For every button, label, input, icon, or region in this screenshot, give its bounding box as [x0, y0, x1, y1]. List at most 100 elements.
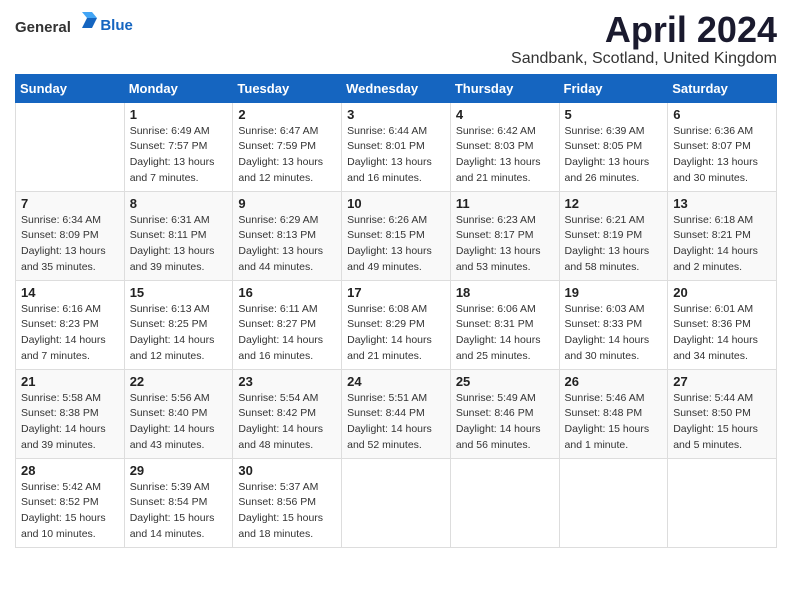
calendar-cell: 12 Sunrise: 6:21 AMSunset: 8:19 PMDayligh… — [559, 191, 668, 280]
day-number: 9 — [238, 196, 336, 211]
day-info: Sunrise: 6:11 AMSunset: 8:27 PMDaylight:… — [238, 302, 336, 365]
day-number: 27 — [673, 374, 771, 389]
day-info: Sunrise: 5:51 AMSunset: 8:44 PMDaylight:… — [347, 391, 445, 454]
day-info: Sunrise: 5:49 AMSunset: 8:46 PMDaylight:… — [456, 391, 554, 454]
day-number: 11 — [456, 196, 554, 211]
month-title: April 2024 — [511, 10, 777, 50]
calendar-cell: 25 Sunrise: 5:49 AMSunset: 8:46 PMDayligh… — [450, 369, 559, 458]
day-number: 6 — [673, 107, 771, 122]
day-number: 13 — [673, 196, 771, 211]
calendar-cell: 7 Sunrise: 6:34 AMSunset: 8:09 PMDaylight… — [16, 191, 125, 280]
day-number: 30 — [238, 463, 336, 478]
weekday-header-tuesday: Tuesday — [233, 74, 342, 102]
day-number: 17 — [347, 285, 445, 300]
weekday-header-thursday: Thursday — [450, 74, 559, 102]
day-info: Sunrise: 5:42 AMSunset: 8:52 PMDaylight:… — [21, 480, 119, 543]
logo-icon — [78, 10, 100, 32]
calendar-cell — [559, 458, 668, 547]
calendar-cell: 14Sunrise: 6:16 AMSunset: 8:23 PMDayligh… — [16, 280, 125, 369]
day-info: Sunrise: 6:01 AMSunset: 8:36 PMDaylight:… — [673, 302, 771, 365]
day-info: Sunrise: 6:47 AMSunset: 7:59 PMDaylight:… — [238, 124, 336, 187]
day-number: 10 — [347, 196, 445, 211]
day-info: Sunrise: 6:13 AMSunset: 8:25 PMDaylight:… — [130, 302, 228, 365]
day-number: 19 — [565, 285, 663, 300]
day-number: 1 — [130, 107, 228, 122]
calendar-cell: 27 Sunrise: 5:44 AMSunset: 8:50 PMDayligh… — [668, 369, 777, 458]
calendar-cell: 11Sunrise: 6:23 AMSunset: 8:17 PMDayligh… — [450, 191, 559, 280]
day-info: Sunrise: 5:54 AMSunset: 8:42 PMDaylight:… — [238, 391, 336, 454]
weekday-header-friday: Friday — [559, 74, 668, 102]
day-info: Sunrise: 5:39 AMSunset: 8:54 PMDaylight:… — [130, 480, 228, 543]
day-number: 15 — [130, 285, 228, 300]
calendar-cell: 30 Sunrise: 5:37 AMSunset: 8:56 PMDayligh… — [233, 458, 342, 547]
weekday-header-monday: Monday — [124, 74, 233, 102]
day-number: 22 — [130, 374, 228, 389]
header: General Blue April 2024 Sandbank, Scotla… — [15, 10, 777, 68]
day-number: 4 — [456, 107, 554, 122]
week-row-1: 7 Sunrise: 6:34 AMSunset: 8:09 PMDaylight… — [16, 191, 777, 280]
day-info: Sunrise: 6:03 AMSunset: 8:33 PMDaylight:… — [565, 302, 663, 365]
calendar-cell: 13 Sunrise: 6:18 AMSunset: 8:21 PMDayligh… — [668, 191, 777, 280]
calendar-cell: 6Sunrise: 6:36 AMSunset: 8:07 PMDaylight… — [668, 102, 777, 191]
calendar-cell — [16, 102, 125, 191]
location-title: Sandbank, Scotland, United Kingdom — [511, 50, 777, 68]
day-number: 24 — [347, 374, 445, 389]
calendar-cell: 22 Sunrise: 5:56 AMSunset: 8:40 PMDayligh… — [124, 369, 233, 458]
week-row-4: 28 Sunrise: 5:42 AMSunset: 8:52 PMDayligh… — [16, 458, 777, 547]
logo: General Blue — [15, 14, 133, 37]
day-info: Sunrise: 6:31 AMSunset: 8:11 PMDaylight:… — [130, 213, 228, 276]
logo-general-text: General — [15, 19, 71, 36]
weekday-header-wednesday: Wednesday — [342, 74, 451, 102]
calendar-cell: 1 Sunrise: 6:49 AMSunset: 7:57 PMDaylight… — [124, 102, 233, 191]
calendar-cell: 17Sunrise: 6:08 AMSunset: 8:29 PMDayligh… — [342, 280, 451, 369]
calendar-cell: 29Sunrise: 5:39 AMSunset: 8:54 PMDayligh… — [124, 458, 233, 547]
day-info: Sunrise: 6:34 AMSunset: 8:09 PMDaylight:… — [21, 213, 119, 276]
day-number: 12 — [565, 196, 663, 211]
day-info: Sunrise: 6:44 AMSunset: 8:01 PMDaylight:… — [347, 124, 445, 187]
calendar-cell: 18 Sunrise: 6:06 AMSunset: 8:31 PMDayligh… — [450, 280, 559, 369]
day-number: 21 — [21, 374, 119, 389]
calendar-cell: 2Sunrise: 6:47 AMSunset: 7:59 PMDaylight… — [233, 102, 342, 191]
day-info: Sunrise: 6:39 AMSunset: 8:05 PMDaylight:… — [565, 124, 663, 187]
day-info: Sunrise: 5:37 AMSunset: 8:56 PMDaylight:… — [238, 480, 336, 543]
day-info: Sunrise: 5:58 AMSunset: 8:38 PMDaylight:… — [21, 391, 119, 454]
day-info: Sunrise: 6:29 AMSunset: 8:13 PMDaylight:… — [238, 213, 336, 276]
calendar-cell: 23 Sunrise: 5:54 AMSunset: 8:42 PMDayligh… — [233, 369, 342, 458]
day-number: 14 — [21, 285, 119, 300]
calendar-cell: 20 Sunrise: 6:01 AMSunset: 8:36 PMDayligh… — [668, 280, 777, 369]
day-info: Sunrise: 6:18 AMSunset: 8:21 PMDaylight:… — [673, 213, 771, 276]
calendar-cell — [450, 458, 559, 547]
day-number: 23 — [238, 374, 336, 389]
weekday-header-sunday: Sunday — [16, 74, 125, 102]
day-number: 7 — [21, 196, 119, 211]
calendar-cell: 15 Sunrise: 6:13 AMSunset: 8:25 PMDayligh… — [124, 280, 233, 369]
day-info: Sunrise: 5:44 AMSunset: 8:50 PMDaylight:… — [673, 391, 771, 454]
logo-blue-text: Blue — [100, 17, 133, 34]
calendar-cell: 21 Sunrise: 5:58 AMSunset: 8:38 PMDayligh… — [16, 369, 125, 458]
day-number: 25 — [456, 374, 554, 389]
week-row-3: 21 Sunrise: 5:58 AMSunset: 8:38 PMDayligh… — [16, 369, 777, 458]
day-info: Sunrise: 5:46 AMSunset: 8:48 PMDaylight:… — [565, 391, 663, 454]
day-number: 8 — [130, 196, 228, 211]
calendar-cell: 19 Sunrise: 6:03 AMSunset: 8:33 PMDayligh… — [559, 280, 668, 369]
calendar-cell: 16 Sunrise: 6:11 AMSunset: 8:27 PMDayligh… — [233, 280, 342, 369]
calendar-cell: 28 Sunrise: 5:42 AMSunset: 8:52 PMDayligh… — [16, 458, 125, 547]
weekday-header-row: SundayMondayTuesdayWednesdayThursdayFrid… — [16, 74, 777, 102]
calendar-cell: 5 Sunrise: 6:39 AMSunset: 8:05 PMDaylight… — [559, 102, 668, 191]
calendar-cell — [342, 458, 451, 547]
calendar-cell: 26Sunrise: 5:46 AMSunset: 8:48 PMDayligh… — [559, 369, 668, 458]
day-number: 5 — [565, 107, 663, 122]
day-info: Sunrise: 6:42 AMSunset: 8:03 PMDaylight:… — [456, 124, 554, 187]
day-number: 20 — [673, 285, 771, 300]
day-number: 16 — [238, 285, 336, 300]
day-info: Sunrise: 6:06 AMSunset: 8:31 PMDaylight:… — [456, 302, 554, 365]
week-row-0: 1 Sunrise: 6:49 AMSunset: 7:57 PMDaylight… — [16, 102, 777, 191]
day-number: 18 — [456, 285, 554, 300]
day-info: Sunrise: 6:21 AMSunset: 8:19 PMDaylight:… — [565, 213, 663, 276]
day-number: 28 — [21, 463, 119, 478]
calendar-cell: 8 Sunrise: 6:31 AMSunset: 8:11 PMDaylight… — [124, 191, 233, 280]
day-info: Sunrise: 5:56 AMSunset: 8:40 PMDaylight:… — [130, 391, 228, 454]
day-info: Sunrise: 6:49 AMSunset: 7:57 PMDaylight:… — [130, 124, 228, 187]
calendar-cell — [668, 458, 777, 547]
calendar-cell: 24 Sunrise: 5:51 AMSunset: 8:44 PMDayligh… — [342, 369, 451, 458]
